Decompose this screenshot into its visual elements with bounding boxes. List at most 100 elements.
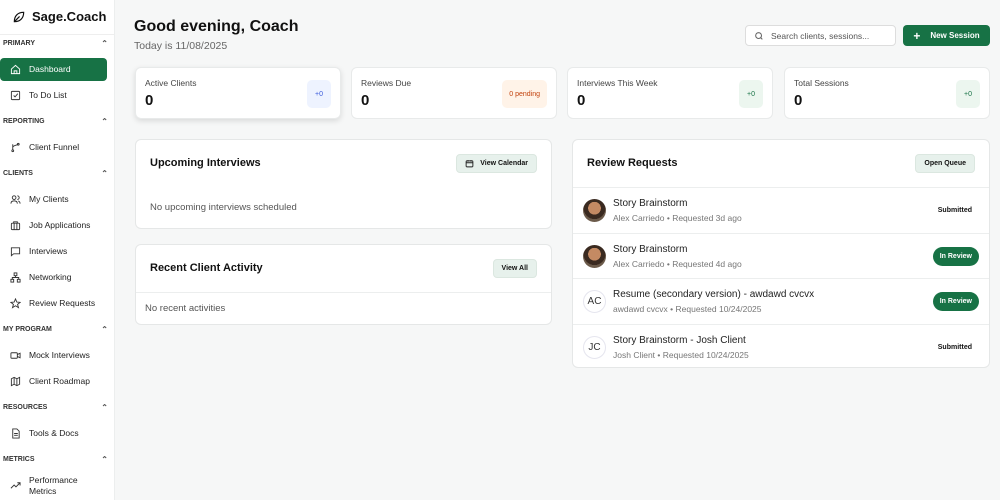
sidebar-item-review-requests[interactable]: Review Requests [0, 292, 107, 315]
sidebar-section-clients[interactable]: CLIENTS ⌃ [3, 169, 108, 178]
briefcase-icon [10, 221, 21, 231]
video-icon [10, 352, 21, 359]
sidebar-item-label: To Do List [29, 90, 67, 101]
sidebar-item-label: Client Roadmap [29, 376, 90, 387]
stat-card-active-clients[interactable]: Active Clients 0 +0 [135, 67, 341, 119]
review-title: Story Brainstorm - Josh Client [613, 334, 746, 346]
checkbox-icon [10, 90, 21, 101]
empty-message: No recent activities [145, 303, 226, 314]
section-label: CLIENTS [3, 170, 33, 177]
map-icon [10, 376, 21, 387]
sidebar: Sage.Coach PRIMARY ⌃ Dashboard To Do List RE… [0, 0, 115, 500]
plus-icon: + [913, 28, 921, 43]
sidebar-item-interviews[interactable]: Interviews [0, 240, 107, 263]
avatar [583, 244, 606, 268]
stat-card-reviews-due[interactable]: Reviews Due 0 0 pending [351, 67, 557, 119]
status-badge: Submitted [937, 207, 972, 214]
card-title: Review Requests [587, 157, 678, 169]
stat-label: Active Clients [145, 78, 197, 88]
stat-badge: +0 [739, 80, 763, 108]
review-subtitle: awdawd cvcvx • Requested 10/24/2025 [613, 304, 762, 314]
section-label: MY PROGRAM [3, 326, 52, 333]
review-requests-card: Review Requests Open Queue Story Brainst… [572, 139, 990, 368]
trending-up-icon [10, 482, 21, 489]
sidebar-item-client-funnel[interactable]: Client Funnel [0, 136, 107, 159]
sidebar-item-label: Job Applications [29, 220, 91, 231]
sidebar-item-job-applications[interactable]: Job Applications [0, 214, 107, 237]
empty-message: No upcoming interviews scheduled [150, 202, 297, 213]
sidebar-item-label: My Clients [29, 194, 69, 205]
section-label: PRIMARY [3, 40, 36, 47]
stat-badge: 0 pending [502, 80, 547, 108]
document-icon [12, 428, 20, 439]
status-badge: In Review [932, 246, 979, 266]
section-label: RESOURCES [3, 404, 48, 411]
sidebar-item-dashboard[interactable]: Dashboard [0, 58, 107, 81]
funnel-branch-icon [11, 142, 20, 153]
sidebar-item-networking[interactable]: Networking [0, 266, 107, 289]
search-placeholder: Search clients, sessions... [771, 30, 870, 41]
stat-label: Total Sessions [794, 78, 849, 88]
sidebar-item-label: Dashboard [29, 64, 71, 75]
message-icon [10, 247, 21, 257]
sidebar-section-primary[interactable]: PRIMARY ⌃ [3, 39, 108, 48]
calendar-icon [465, 160, 474, 168]
review-row[interactable]: Story Brainstorm Alex Carriedo • Requeste… [573, 232, 989, 278]
sidebar-section-my-program[interactable]: MY PROGRAM ⌃ [3, 325, 108, 334]
upcoming-interviews-card: Upcoming Interviews View Calendar No upc… [135, 139, 552, 229]
view-all-button[interactable]: View All [492, 259, 537, 278]
button-label: View Calendar [480, 160, 528, 167]
button-label: Open Queue [924, 160, 966, 167]
sidebar-item-tools-docs[interactable]: Tools & Docs [0, 422, 107, 445]
review-title: Story Brainstorm [613, 198, 688, 209]
divider [0, 34, 114, 35]
review-row[interactable]: JC Story Brainstorm - Josh Client Josh Cli… [573, 323, 989, 369]
sidebar-item-mock-interviews[interactable]: Mock Interviews [0, 344, 107, 367]
sidebar-item-label: Review Requests [29, 298, 96, 309]
stat-value: 0 [145, 92, 154, 109]
chevron-up-icon: ⌃ [101, 117, 108, 126]
stat-card-interviews-this-week[interactable]: Interviews This Week 0 +0 [567, 67, 773, 119]
sidebar-item-client-roadmap[interactable]: Client Roadmap [0, 370, 107, 393]
review-subtitle: Alex Carriedo • Requested 4d ago [613, 258, 742, 269]
sidebar-item-performance-metrics[interactable]: Performance Metrics [0, 474, 90, 497]
sidebar-item-label: Networking [29, 272, 72, 283]
recent-activity-card: Recent Client Activity View All No recen… [135, 244, 552, 325]
sidebar-section-resources[interactable]: RESOURCES ⌃ [3, 403, 108, 412]
review-row[interactable]: AC Resume (secondary version) - awdawd cv… [573, 278, 989, 323]
card-title: Recent Client Activity [150, 262, 263, 274]
stat-value: 0 [794, 92, 803, 109]
stat-card-total-sessions[interactable]: Total Sessions 0 +0 [784, 67, 990, 119]
chevron-up-icon: ⌃ [101, 325, 108, 334]
sidebar-item-label: Mock Interviews [29, 350, 90, 361]
search-input[interactable]: Search clients, sessions... [745, 25, 896, 46]
review-subtitle: Josh Client • Requested 10/24/2025 [613, 349, 749, 360]
leaf-icon [13, 11, 25, 22]
review-title: Resume (secondary version) - awdawd cvcv… [613, 289, 815, 300]
view-calendar-button[interactable]: View Calendar [456, 154, 537, 173]
status-badge: In Review [932, 292, 979, 311]
card-title: Upcoming Interviews [150, 157, 261, 169]
avatar [583, 199, 606, 222]
stat-value: 0 [577, 92, 586, 109]
sidebar-item-my-clients[interactable]: My Clients [0, 188, 107, 211]
home-icon [10, 64, 21, 75]
chevron-up-icon: ⌃ [101, 39, 108, 48]
sidebar-section-metrics[interactable]: METRICS ⌃ [3, 455, 108, 464]
users-icon [10, 195, 21, 204]
logo[interactable]: Sage.Coach [12, 9, 106, 24]
sidebar-item-label: Tools & Docs [29, 428, 79, 439]
sidebar-section-reporting[interactable]: REPORTING ⌃ [3, 117, 108, 126]
sidebar-item-label: Client Funnel [29, 142, 80, 153]
search-icon [755, 31, 763, 40]
status-badge: Submitted [937, 343, 972, 351]
avatar: AC [583, 290, 606, 313]
review-title: Story Brainstorm [613, 243, 688, 255]
chevron-up-icon: ⌃ [101, 403, 108, 412]
new-session-button[interactable]: + New Session [903, 25, 990, 46]
app-name: Sage.Coach [32, 9, 107, 24]
open-queue-button[interactable]: Open Queue [915, 154, 975, 173]
network-icon [10, 272, 21, 283]
sidebar-item-to-do-list[interactable]: To Do List [0, 84, 107, 107]
review-row[interactable]: Story Brainstorm Alex Carriedo • Requeste… [573, 187, 989, 232]
